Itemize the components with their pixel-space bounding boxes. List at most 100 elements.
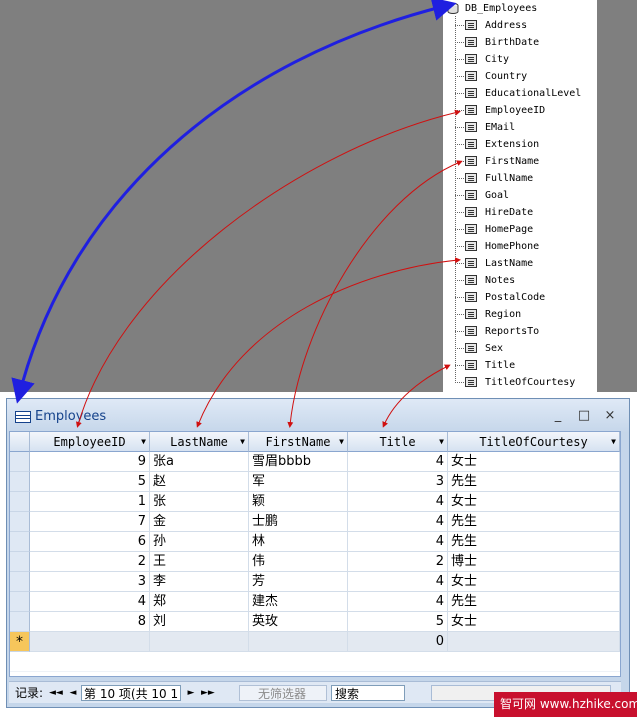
table-cell[interactable]: 刘	[150, 612, 249, 632]
tree-field-item[interactable]: EducationalLevel	[443, 85, 597, 102]
table-cell[interactable]: 4	[30, 592, 150, 612]
table-cell[interactable]: 孙	[150, 532, 249, 552]
tree-field-item[interactable]: FullName	[443, 170, 597, 187]
table-cell[interactable]: 4	[348, 592, 448, 612]
table-cell[interactable]: 4	[348, 492, 448, 512]
table-cell[interactable]: 4	[348, 512, 448, 532]
tree-field-item[interactable]: Country	[443, 68, 597, 85]
tree-field-item[interactable]: Extension	[443, 136, 597, 153]
minimize-button[interactable]: _	[549, 407, 567, 425]
table-cell[interactable]: 先生	[448, 592, 620, 612]
tree-field-item[interactable]: ReportsTo	[443, 323, 597, 340]
table-cell[interactable]: 赵	[150, 472, 249, 492]
table-cell[interactable]: 颖	[249, 492, 348, 512]
table-cell[interactable]: 建杰	[249, 592, 348, 612]
close-button[interactable]: ×	[601, 407, 619, 425]
table-cell[interactable]: 雪眉bbbb	[249, 452, 348, 472]
table-cell[interactable]: 2	[348, 552, 448, 572]
table-cell[interactable]: 先生	[448, 512, 620, 532]
table-cell[interactable]: 先生	[448, 472, 620, 492]
chevron-down-icon[interactable]: ▼	[611, 432, 616, 452]
new-record-cell[interactable]	[30, 632, 150, 652]
table-cell[interactable]: 张a	[150, 452, 249, 472]
tree-field-item[interactable]: EmployeeID	[443, 102, 597, 119]
table-cell[interactable]: 李	[150, 572, 249, 592]
tree-field-item[interactable]: Sex	[443, 340, 597, 357]
column-header[interactable]: FirstName ▼	[249, 432, 348, 452]
tree-field-item[interactable]: FirstName	[443, 153, 597, 170]
tree-field-item[interactable]: HireDate	[443, 204, 597, 221]
table-cell[interactable]: 8	[30, 612, 150, 632]
tree-field-item[interactable]: Region	[443, 306, 597, 323]
row-selector[interactable]	[10, 612, 30, 632]
chevron-down-icon[interactable]: ▼	[141, 432, 146, 452]
table-cell[interactable]: 王	[150, 552, 249, 572]
column-header[interactable]: LastName ▼	[150, 432, 249, 452]
chevron-down-icon[interactable]: ▼	[339, 432, 344, 452]
column-header[interactable]: Title ▼	[348, 432, 448, 452]
table-cell[interactable]: 女士	[448, 452, 620, 472]
table-cell[interactable]: 芳	[249, 572, 348, 592]
table-cell[interactable]: 5	[348, 612, 448, 632]
filter-button[interactable]: 无筛选器	[239, 685, 327, 701]
maximize-button[interactable]: □	[575, 407, 593, 425]
row-selector[interactable]	[10, 592, 30, 612]
row-selector[interactable]	[10, 472, 30, 492]
table-cell[interactable]: 英玫	[249, 612, 348, 632]
tree-field-item[interactable]: LastName	[443, 255, 597, 272]
row-selector[interactable]	[10, 532, 30, 552]
table-cell[interactable]: 女士	[448, 612, 620, 632]
new-record-cell[interactable]	[448, 632, 620, 652]
tree-field-item[interactable]: Title	[443, 357, 597, 374]
row-selector[interactable]	[10, 452, 30, 472]
column-header[interactable]: EmployeeID ▼	[30, 432, 150, 452]
new-record-marker[interactable]: *	[10, 632, 30, 652]
table-cell[interactable]: 5	[30, 472, 150, 492]
table-cell[interactable]: 林	[249, 532, 348, 552]
tree-field-item[interactable]: HomePage	[443, 221, 597, 238]
tree-field-item[interactable]: PostalCode	[443, 289, 597, 306]
table-cell[interactable]: 4	[348, 452, 448, 472]
last-record-button[interactable]: ►►	[201, 685, 215, 701]
table-cell[interactable]: 3	[348, 472, 448, 492]
tree-field-item[interactable]: BirthDate	[443, 34, 597, 51]
table-cell[interactable]: 金	[150, 512, 249, 532]
previous-record-button[interactable]: ◄	[67, 685, 79, 701]
table-cell[interactable]: 女士	[448, 572, 620, 592]
tree-field-item[interactable]: TitleOfCourtesy	[443, 374, 597, 391]
table-cell[interactable]: 伟	[249, 552, 348, 572]
table-cell[interactable]: 4	[348, 532, 448, 552]
row-selector[interactable]	[10, 512, 30, 532]
tree-field-item[interactable]: Address	[443, 17, 597, 34]
tree-field-item[interactable]: Notes	[443, 272, 597, 289]
table-cell[interactable]: 9	[30, 452, 150, 472]
row-selector[interactable]	[10, 572, 30, 592]
search-input[interactable]: 搜索	[331, 685, 405, 701]
table-cell[interactable]: 军	[249, 472, 348, 492]
tree-field-item[interactable]: HomePhone	[443, 238, 597, 255]
table-cell[interactable]: 6	[30, 532, 150, 552]
chevron-down-icon[interactable]: ▼	[439, 432, 444, 452]
table-cell[interactable]: 3	[30, 572, 150, 592]
new-record-cell[interactable]	[150, 632, 249, 652]
tree-field-item[interactable]: Goal	[443, 187, 597, 204]
first-record-button[interactable]: ◄◄	[49, 685, 63, 701]
table-cell[interactable]: 士鹏	[249, 512, 348, 532]
new-record-cell[interactable]: 0	[348, 632, 448, 652]
chevron-down-icon[interactable]: ▼	[240, 432, 245, 452]
table-cell[interactable]: 7	[30, 512, 150, 532]
window-titlebar[interactable]: Employees _ □ ×	[7, 399, 629, 433]
table-cell[interactable]: 先生	[448, 532, 620, 552]
row-selector[interactable]	[10, 492, 30, 512]
table-cell[interactable]: 1	[30, 492, 150, 512]
table-cell[interactable]: 女士	[448, 492, 620, 512]
current-record-field[interactable]: 第 10 项(共 10 1	[81, 685, 181, 701]
table-cell[interactable]: 4	[348, 572, 448, 592]
select-all-corner[interactable]	[10, 432, 30, 452]
table-cell[interactable]: 博士	[448, 552, 620, 572]
table-cell[interactable]: 郑	[150, 592, 249, 612]
column-header[interactable]: TitleOfCourtesy ▼	[448, 432, 620, 452]
table-cell[interactable]: 2	[30, 552, 150, 572]
tree-field-item[interactable]: City	[443, 51, 597, 68]
row-selector[interactable]	[10, 552, 30, 572]
